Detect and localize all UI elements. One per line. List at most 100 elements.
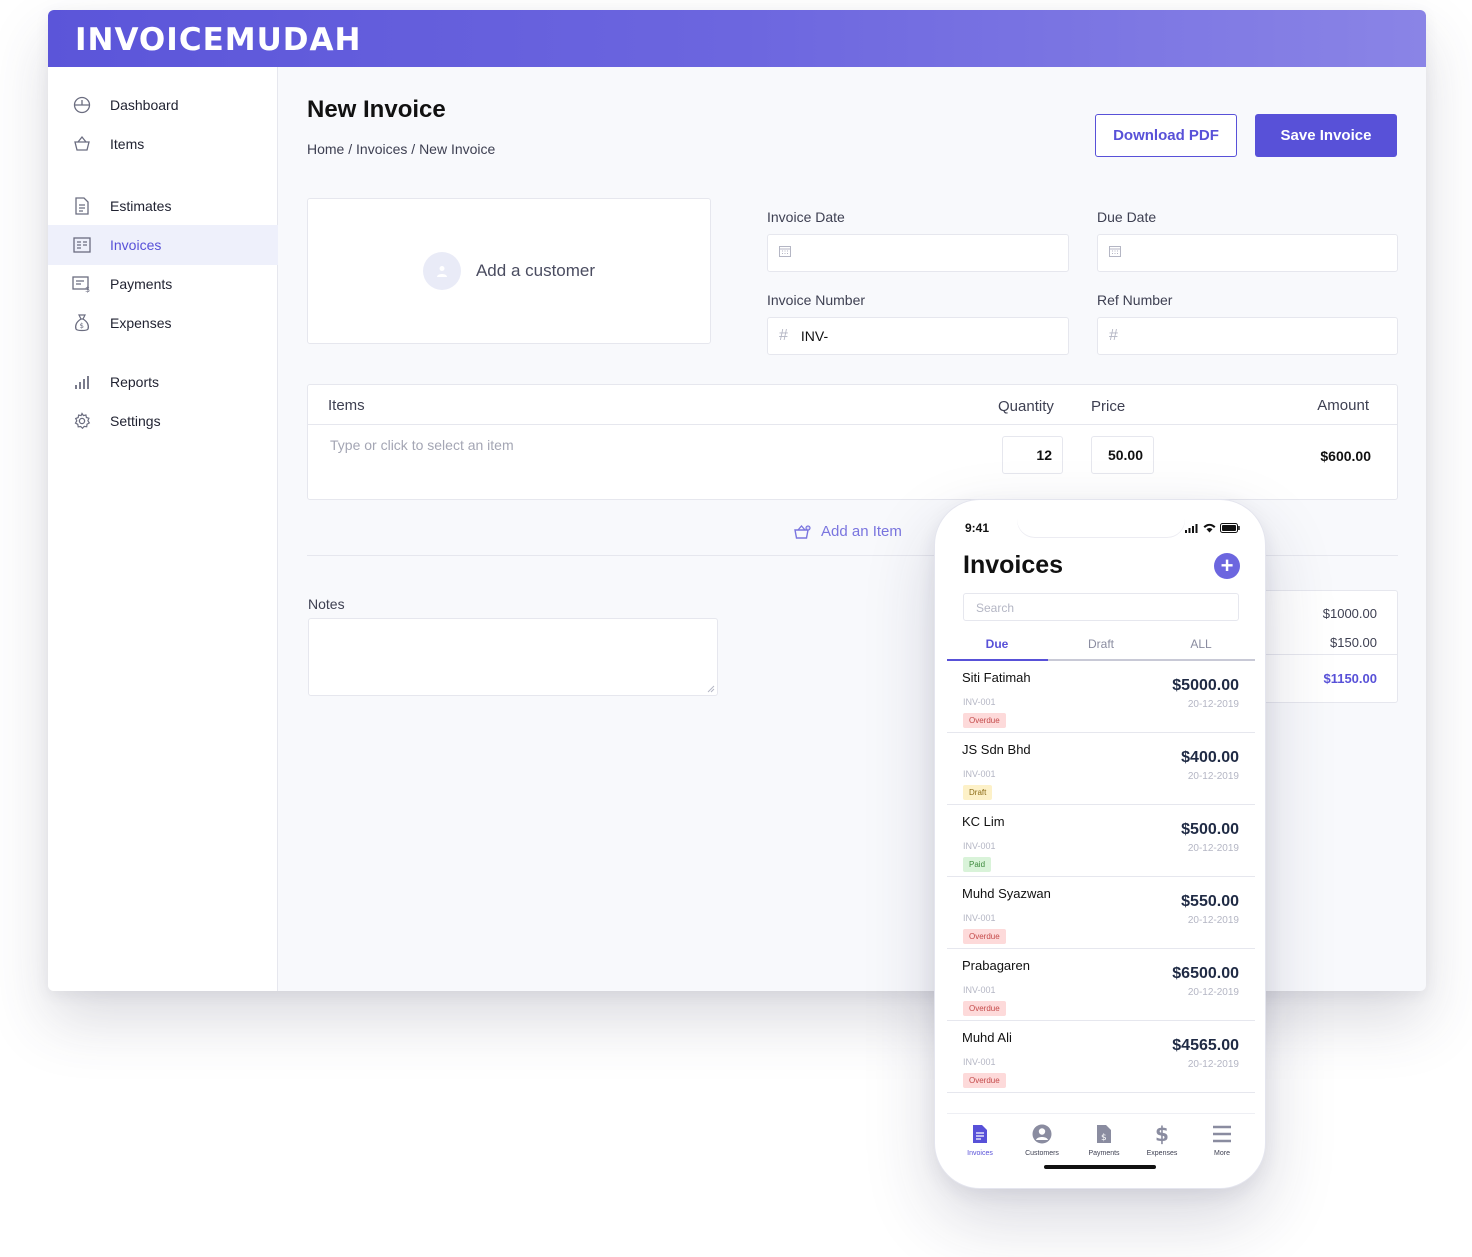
subtotal-value: $1000.00 — [1322, 606, 1377, 621]
sidebar-item-label: Dashboard — [110, 97, 179, 113]
battery-icon — [1220, 523, 1240, 533]
home-indicator — [1044, 1165, 1156, 1169]
sidebar-item-reports[interactable]: Reports — [48, 362, 278, 402]
due-date-field[interactable] — [1097, 234, 1398, 272]
bottom-nav-expenses[interactable]: $ Expenses — [1131, 1122, 1193, 1157]
invoice-icon — [72, 236, 91, 255]
notes-label: Notes — [308, 596, 345, 612]
page-title: New Invoice — [307, 96, 446, 123]
bottom-nav-customers[interactable]: Customers — [1011, 1122, 1073, 1157]
tax-value: $150.00 — [1330, 635, 1377, 650]
invoice-date: 20-12-2019 — [1187, 915, 1239, 926]
dashboard-icon — [72, 96, 91, 115]
sidebar-item-items[interactable]: Items — [48, 124, 278, 164]
status-time: 9:41 — [965, 521, 990, 535]
sidebar-item-payments[interactable]: $ Payments — [48, 264, 278, 304]
svg-text:$: $ — [79, 322, 83, 330]
phone-mockup: 9:41 Invoices + Search Due Draft ALL Sit… — [934, 499, 1266, 1189]
due-date-label: Due Date — [1097, 209, 1157, 225]
bottom-nav-payments[interactable]: $ Payments — [1073, 1122, 1135, 1157]
wifi-icon — [1203, 523, 1216, 533]
sidebar-item-dashboard[interactable]: Dashboard — [48, 85, 278, 125]
resize-handle-icon[interactable] — [707, 685, 715, 693]
price-input[interactable]: 50.00 — [1091, 436, 1154, 474]
top-bar: INVOICEMUDAH — [48, 10, 1426, 67]
sidebar-item-label: Expenses — [110, 315, 172, 331]
list-item[interactable]: KC Lim INV-001 Paid $500.00 20-12-2019 — [947, 805, 1255, 877]
tab-draft[interactable]: Draft — [1051, 637, 1151, 651]
quantity-input[interactable]: 12 — [1002, 436, 1063, 474]
items-table-header: Items Quantity Price Amount — [308, 385, 1397, 425]
download-pdf-button[interactable]: Download PDF — [1095, 114, 1237, 157]
row-amount: $600.00 — [1320, 448, 1371, 464]
breadcrumb-current: New Invoice — [419, 141, 496, 157]
calendar-icon — [779, 244, 791, 262]
mobile-bottom-nav: Invoices Customers $ Payments $ Expenses — [947, 1113, 1255, 1173]
add-item-button[interactable]: Add an Item — [794, 523, 902, 540]
list-item[interactable]: Muhd Ali INV-001 Overdue $4565.00 20-12-… — [947, 1021, 1255, 1093]
item-select-input[interactable]: Type or click to select an item — [330, 437, 514, 453]
sidebar-item-label: Payments — [110, 276, 173, 292]
list-item[interactable]: Prabagaren INV-001 Overdue $6500.00 20-1… — [947, 949, 1255, 1021]
bottom-nav-invoices[interactable]: Invoices — [949, 1122, 1011, 1157]
invoice-date: 20-12-2019 — [1187, 699, 1239, 710]
add-customer-card[interactable]: Add a customer — [307, 198, 711, 344]
invoice-date-field[interactable] — [767, 234, 1069, 272]
add-item-label: Add an Item — [821, 523, 902, 540]
breadcrumb: Home / Invoices / New Invoice — [307, 141, 496, 157]
status-badge: Paid — [963, 857, 992, 872]
sidebar-item-label: Settings — [110, 413, 161, 429]
moneybag-icon: $ — [72, 314, 91, 333]
invoice-amount: $4565.00 — [1172, 1037, 1239, 1054]
document-icon — [72, 197, 91, 216]
breadcrumb-invoices[interactable]: Invoices — [356, 141, 407, 157]
list-item[interactable]: Muhd Syazwan INV-001 Overdue $550.00 20-… — [947, 877, 1255, 949]
status-badge: Overdue — [963, 1073, 1006, 1088]
basket-icon — [72, 135, 91, 154]
tab-due[interactable]: Due — [947, 637, 1047, 651]
add-invoice-button[interactable]: + — [1214, 553, 1240, 579]
notes-textarea[interactable] — [308, 618, 718, 696]
invoice-amount: $400.00 — [1181, 749, 1239, 766]
payment-icon: $ — [72, 275, 91, 294]
status-badge: Overdue — [963, 929, 1006, 944]
list-item[interactable]: JS Sdn Bhd INV-001 Draft $400.00 20-12-2… — [947, 733, 1255, 805]
signal-icon — [1185, 523, 1198, 533]
user-icon — [1011, 1122, 1073, 1146]
sidebar-item-label: Invoices — [110, 237, 162, 253]
column-price: Price — [1091, 398, 1126, 415]
gear-icon — [72, 412, 91, 431]
invoice-amount: $550.00 — [1181, 893, 1239, 910]
invoice-number-field[interactable]: # INV- — [767, 317, 1069, 355]
ref-number-label: Ref Number — [1097, 292, 1173, 308]
svg-text:$: $ — [85, 285, 90, 293]
phone-screen: 9:41 Invoices + Search Due Draft ALL Sit… — [947, 511, 1255, 1179]
sidebar-item-expenses[interactable]: $ Expenses — [48, 303, 278, 343]
hash-icon: # — [1109, 327, 1118, 344]
plus-icon: + — [1220, 553, 1234, 578]
sidebar-item-invoices[interactable]: Invoices — [48, 225, 278, 265]
breadcrumb-home[interactable]: Home — [307, 141, 344, 157]
save-invoice-button[interactable]: Save Invoice — [1255, 114, 1397, 157]
ref-number-field[interactable]: # — [1097, 317, 1398, 355]
sidebar-item-label: Items — [110, 136, 145, 152]
list-item[interactable]: Siti Fatimah INV-001 Overdue $5000.00 20… — [947, 661, 1255, 733]
column-amount: Amount — [1317, 397, 1369, 414]
status-badge: Overdue — [963, 1001, 1006, 1016]
payment-icon: $ — [1073, 1122, 1135, 1146]
sidebar-item-estimates[interactable]: Estimates — [48, 186, 278, 226]
invoice-date: 20-12-2019 — [1187, 843, 1239, 854]
add-customer-label: Add a customer — [475, 261, 596, 280]
sidebar: Dashboard Items Estimates Invoices $ Pay… — [48, 67, 278, 991]
menu-icon — [1191, 1122, 1253, 1146]
sidebar-item-settings[interactable]: Settings — [48, 401, 278, 441]
app-logo[interactable]: INVOICEMUDAH — [75, 22, 361, 58]
bottom-nav-more[interactable]: More — [1191, 1122, 1253, 1157]
invoice-number-value: INV- — [800, 328, 829, 344]
calendar-icon — [1109, 244, 1121, 262]
mobile-search-input[interactable]: Search — [963, 593, 1239, 621]
svg-text:$: $ — [1101, 1133, 1107, 1143]
hash-icon: # — [779, 327, 788, 344]
tab-all[interactable]: ALL — [1151, 637, 1251, 651]
mobile-title: Invoices — [963, 551, 1064, 579]
